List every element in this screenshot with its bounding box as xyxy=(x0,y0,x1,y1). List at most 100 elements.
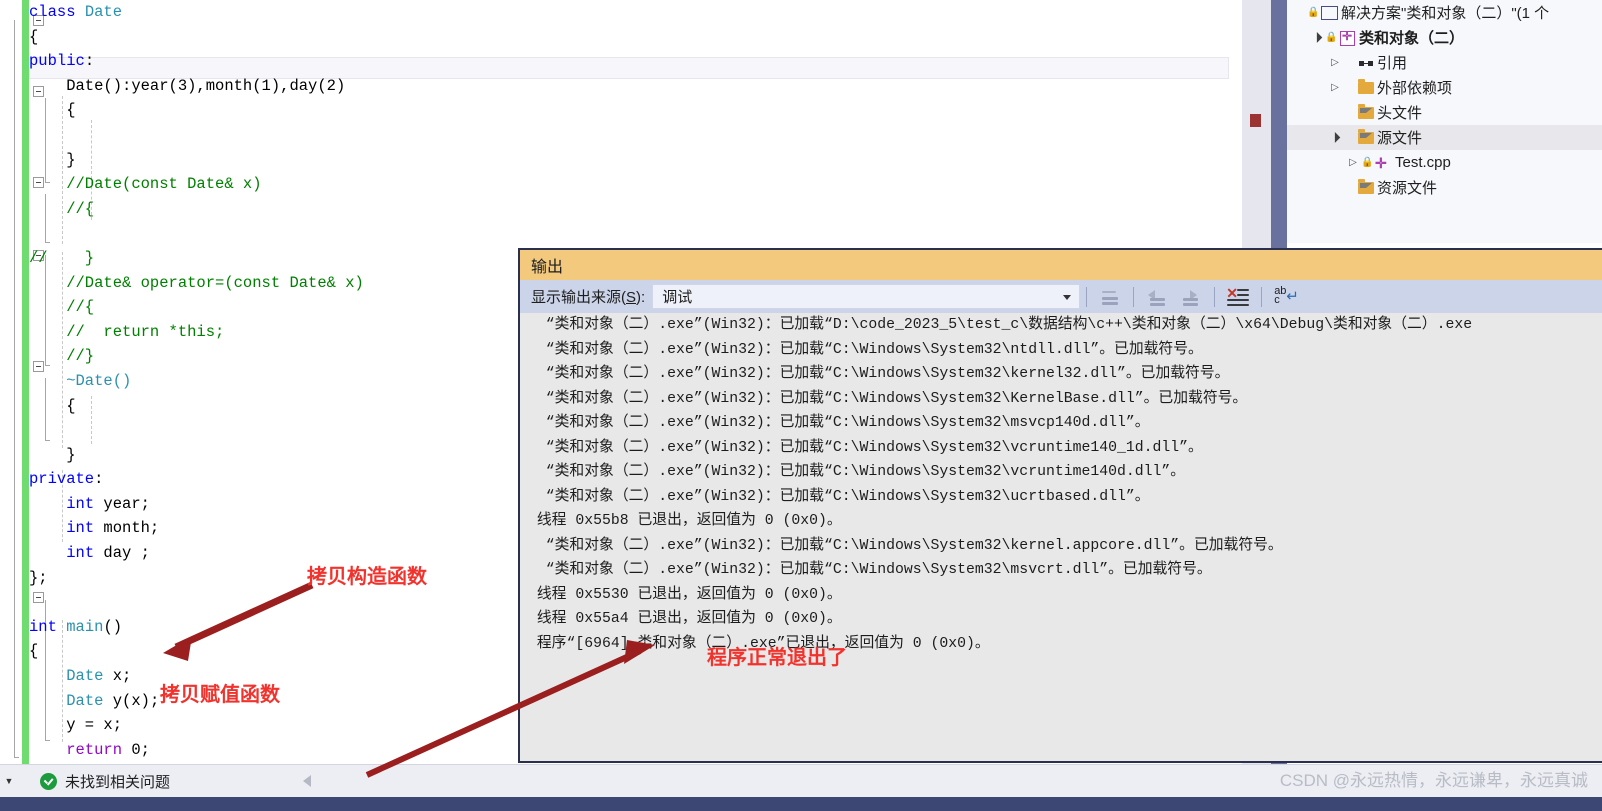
code-token: public xyxy=(29,52,85,71)
output-line: “类和对象（二）.exe”(Win32)：已加载“C:\Windows\Syst… xyxy=(528,537,1283,554)
code-line: } xyxy=(29,148,1242,173)
toolbar-separator xyxy=(1086,286,1088,307)
output-line: “类和对象（二）.exe”(Win32)：已加载“D:\code_2023_5\… xyxy=(528,317,1473,333)
code-line: class Date xyxy=(29,0,1242,25)
code-token: class xyxy=(29,3,85,21)
output-toolbar[interactable]: 显示输出来源(S): 调试 ✕ ab c ↵ xyxy=(520,280,1602,313)
code-token: int xyxy=(66,544,95,563)
output-line: “类和对象（二）.exe”(Win32)：已加载“C:\Windows\Syst… xyxy=(528,366,1230,382)
scrollbar-error-marker xyxy=(1250,114,1261,127)
code-token: x; xyxy=(103,667,132,686)
code-token: Date xyxy=(66,691,104,710)
solution-tree-item[interactable]: ▷ 引用 xyxy=(1287,50,1602,75)
chevron-down-icon[interactable]: ▼ xyxy=(0,773,18,789)
code-token: main xyxy=(66,617,104,636)
output-source-dropdown[interactable]: 调试 xyxy=(652,284,1081,309)
code-line: public: xyxy=(29,49,1242,74)
scroll-left-icon[interactable] xyxy=(303,775,311,787)
solution-tree-item[interactable]: ▷ 外部依赖项 xyxy=(1287,75,1602,100)
lock-icon: 🔒 xyxy=(1307,7,1320,18)
code-token: //{ xyxy=(29,298,95,317)
solution-tree-item[interactable]: 资源文件 xyxy=(1287,175,1602,200)
solution-tree-item-label: Test.cpp xyxy=(1395,154,1451,171)
code-token: () xyxy=(103,617,123,636)
success-check-icon xyxy=(40,773,57,790)
output-line: “类和对象（二）.exe”(Win32)：已加载“C:\Windows\Syst… xyxy=(528,341,1203,358)
code-token: private xyxy=(29,470,95,489)
solution-explorer[interactable]: 🔒 解决方案"类和对象（二）"(1 个 ◢ 🔒 ✛ 类和对象（二） ▷ 引用 ▷ 外部依赖项头文件… xyxy=(1287,0,1602,243)
solution-tree-item-label: 解决方案"类和对象（二）"(1 个 xyxy=(1341,5,1550,22)
solution-tree-item[interactable]: ▷ 🔒 ✛ Test.cpp xyxy=(1287,150,1602,175)
output-line: 线程 0x55a4 已退出，返回值为 0 (0x0)。 xyxy=(528,611,842,627)
code-token: Date xyxy=(66,667,104,686)
code-token: month; xyxy=(94,519,160,538)
code-token: Date xyxy=(84,3,123,21)
solution-tree-item-label: 外部依赖项 xyxy=(1377,80,1453,97)
editor-glyph-margin[interactable] xyxy=(0,0,22,764)
code-token: : xyxy=(94,470,104,489)
vs-solution-icon xyxy=(1319,4,1341,22)
editor-change-bar xyxy=(22,0,29,764)
output-text-area[interactable]: “类和对象（二）.exe”(Win32)：已加载“D:\code_2023_5\… xyxy=(520,313,1602,761)
output-pane-title: 输出 xyxy=(520,250,1602,280)
code-token: { xyxy=(29,642,39,661)
code-token: //Date& operator=(const Date& x) xyxy=(29,273,364,292)
code-token: //{ xyxy=(29,199,95,218)
output-line: 程序“[6964] 类和对象（二）.exe”已退出，返回值为 0 (0x0)。 xyxy=(528,635,990,652)
code-token: return xyxy=(66,740,123,759)
solution-tree-item-label: 头文件 xyxy=(1377,105,1423,122)
filter-folder-icon xyxy=(1355,128,1377,147)
solution-tree-item[interactable]: 头文件 xyxy=(1287,100,1602,125)
solution-tree-item[interactable]: 🔒 解决方案"类和对象（二）"(1 个 xyxy=(1287,0,1602,25)
chevron-down-icon[interactable]: ◢ xyxy=(1325,128,1344,147)
go-to-previous-icon[interactable] xyxy=(1142,284,1172,310)
output-pane[interactable]: 输出 显示输出来源(S): 调试 ✕ ab c ↵ “类和对象（二）.exe”(… xyxy=(518,248,1602,763)
lock-icon: 🔒 xyxy=(1361,157,1374,168)
code-token: 0; xyxy=(122,740,150,759)
code-token: y(x); xyxy=(103,691,160,710)
chevron-right-icon[interactable]: ▷ xyxy=(1327,57,1343,68)
code-token: // return *this; xyxy=(29,322,225,341)
fold-guide-tick xyxy=(14,757,19,758)
chevron-right-icon[interactable]: ▷ xyxy=(1345,157,1361,168)
go-to-next-icon[interactable] xyxy=(1176,284,1206,310)
csdn-watermark: CSDN @永远热情，永远谦卑，永远真诚 xyxy=(1279,771,1588,790)
chevron-down-icon[interactable]: ◢ xyxy=(1307,28,1326,47)
solution-tree-item[interactable]: ◢ 源文件 xyxy=(1287,125,1602,150)
output-source-label: 显示输出来源(S): xyxy=(531,289,646,306)
toolbar-separator xyxy=(1214,286,1216,307)
code-token: int xyxy=(66,494,95,513)
code-line: { xyxy=(29,25,1242,50)
solution-tree-item[interactable]: ◢ 🔒 ✛ 类和对象（二） xyxy=(1287,25,1602,50)
status-message: 未找到相关问题 xyxy=(65,774,171,791)
output-line: “类和对象（二）.exe”(Win32)：已加载“C:\Windows\Syst… xyxy=(528,562,1212,578)
output-line: “类和对象（二）.exe”(Win32)：已加载“C:\Windows\Syst… xyxy=(528,390,1248,407)
code-token: ~Date() xyxy=(29,371,132,390)
solution-tree-item-label: 类和对象（二） xyxy=(1359,30,1465,47)
code-token: day ; xyxy=(94,544,150,563)
clear-all-icon[interactable] xyxy=(1095,284,1125,310)
output-line: “类和对象（二）.exe”(Win32)：已加载“C:\Windows\Syst… xyxy=(528,488,1150,505)
clear-output-icon[interactable]: ✕ xyxy=(1223,284,1253,310)
references-icon xyxy=(1355,54,1377,72)
annotation-copy-assignment: 拷贝赋值函数 xyxy=(160,684,280,706)
solution-tree-item-label: 源文件 xyxy=(1377,130,1423,147)
fold-guide-outer xyxy=(14,20,15,757)
code-token: //} xyxy=(29,347,95,366)
code-token: { xyxy=(29,101,76,120)
chevron-right-icon[interactable]: ▷ xyxy=(1327,82,1343,93)
code-token: int xyxy=(66,519,95,538)
output-line: 线程 0x5530 已退出，返回值为 0 (0x0)。 xyxy=(528,586,842,603)
code-line: { xyxy=(29,98,1242,123)
toggle-word-wrap-icon[interactable]: ab c ↵ xyxy=(1270,284,1300,310)
code-token: y = x; xyxy=(29,716,123,735)
code-token: { xyxy=(29,396,76,415)
solution-tree-item-label: 引用 xyxy=(1377,55,1408,72)
